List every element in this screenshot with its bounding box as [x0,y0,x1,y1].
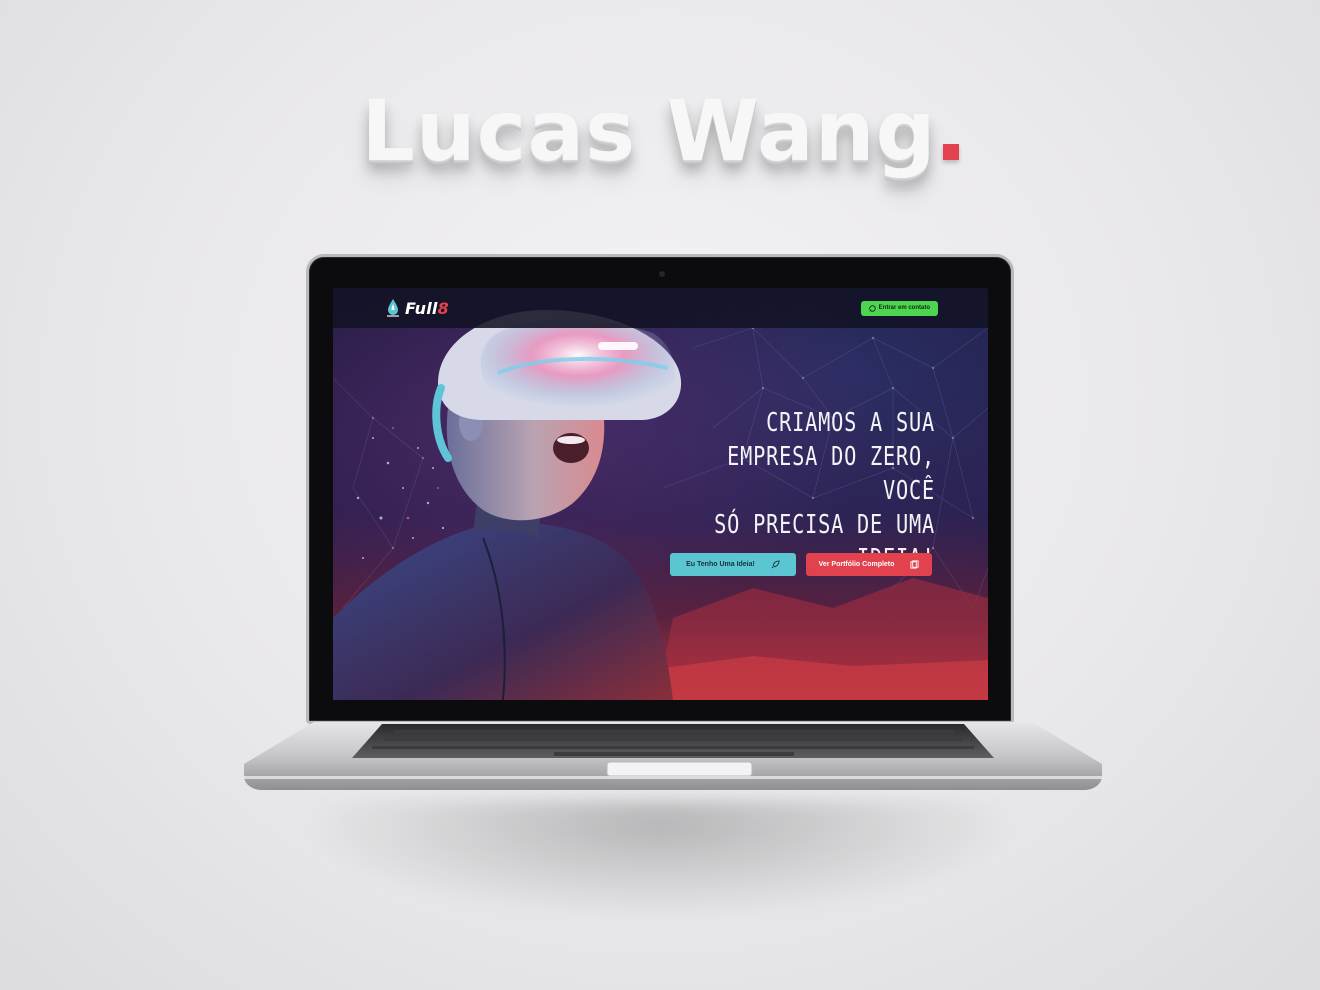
portfolio-button-label: Ver Portfólio Completo [818,561,895,568]
website-screen: Full8 Entrar em contato CRIAMOS A SUA EM… [333,288,988,700]
heading-text: Lucas Wang [361,82,937,180]
drop-rocket-icon [387,299,399,317]
idea-button[interactable]: Eu Tenho Uma Ideia! [670,553,796,576]
site-navbar: Full8 Entrar em contato [333,288,988,328]
brand-logo[interactable]: Full8 [385,298,449,318]
laptop-shadow [300,800,1020,920]
page-heading: Lucas Wang [0,82,1320,180]
hero-cta-group: Eu Tenho Uma Ideia! Ver Portfólio Comple… [670,553,932,576]
headline-line: EMPRESA DO ZERO, VOCÊ [727,442,935,506]
contact-button[interactable]: Entrar em contato [860,300,938,316]
brand-name-suffix: 8 [437,298,449,318]
brand-name: Full8 [405,299,449,318]
contact-button-label: Entrar em contato [878,305,930,311]
brand-name-prefix: Full [405,298,438,318]
hero-headline: CRIAMOS A SUA EMPRESA DO ZERO, VOCÊ SÓ P… [701,406,935,576]
portfolio-button[interactable]: Ver Portfólio Completo [806,553,932,576]
headline-line: SÓ PRECISA DE UMA [714,510,935,540]
whatsapp-icon [868,304,876,312]
idea-button-label: Eu Tenho Uma Ideia! [686,561,755,568]
accent-dot [942,144,959,160]
vr-headset-person-image [333,309,682,700]
laptop-lid: Full8 Entrar em contato CRIAMOS A SUA EM… [306,254,1014,724]
headline-line: CRIAMOS A SUA [766,408,935,438]
rocket-icon [771,560,780,569]
laptop-base [244,722,1102,790]
webcam [659,271,665,277]
portfolio-icon [910,560,919,569]
